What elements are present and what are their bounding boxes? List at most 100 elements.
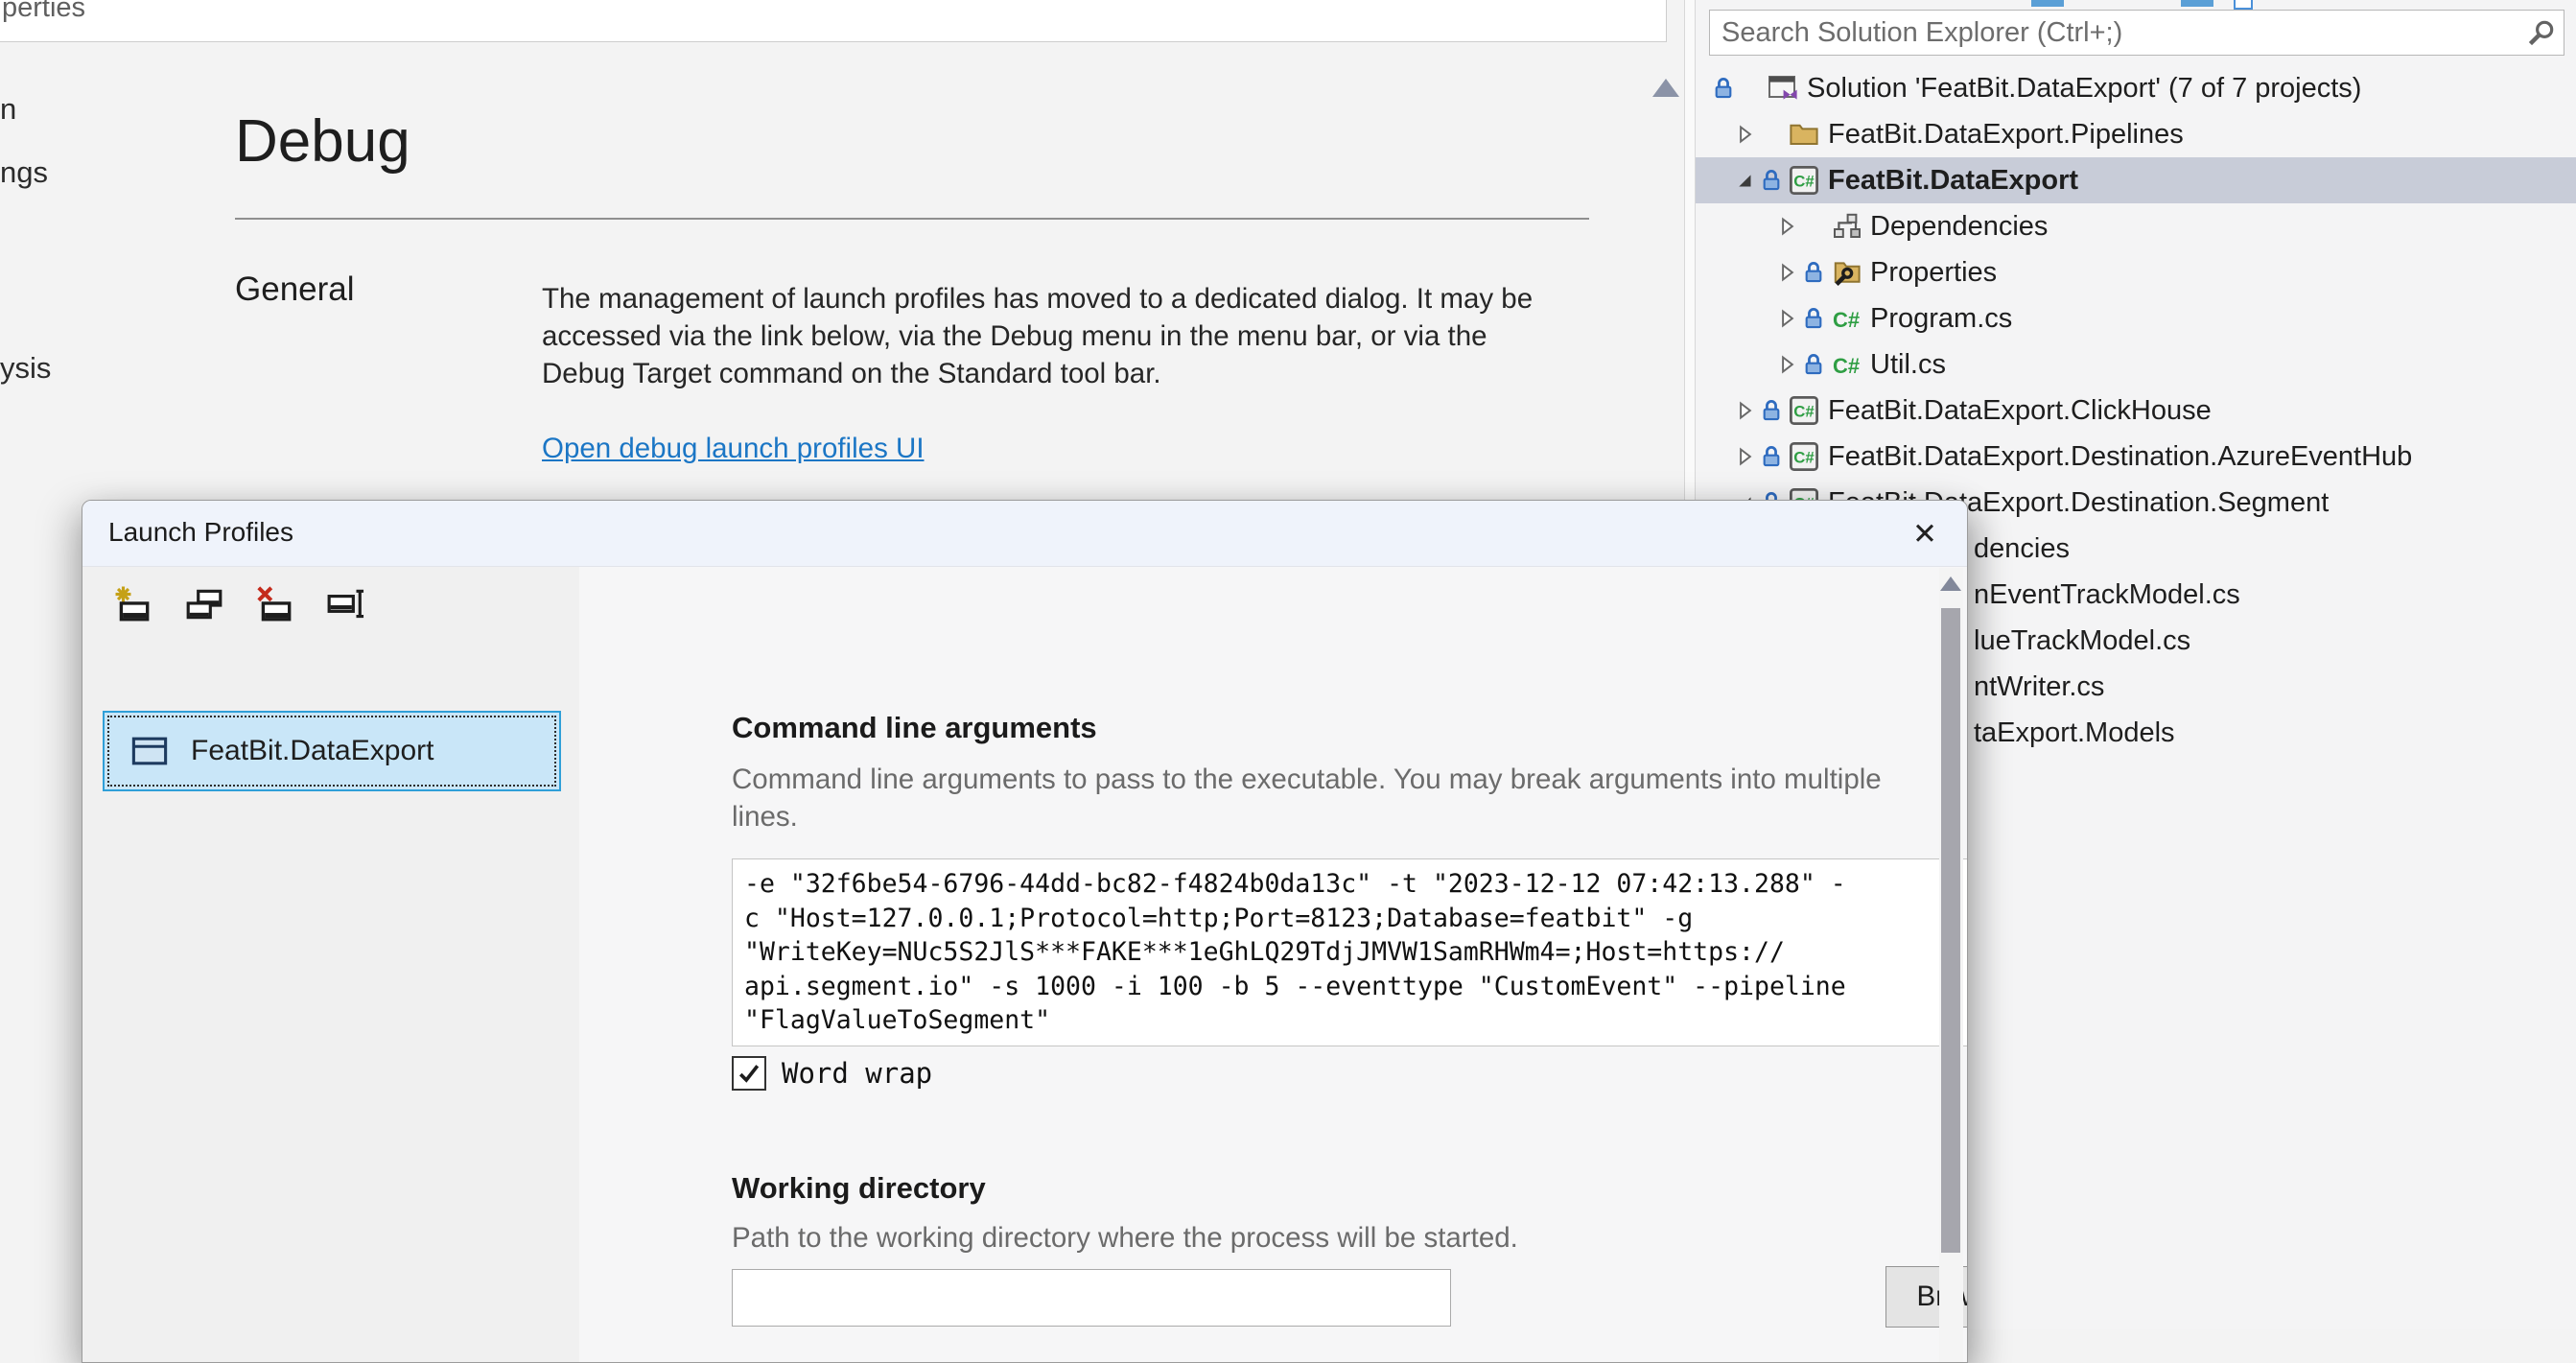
svg-text:C#: C#	[1793, 403, 1815, 421]
command-line-text: -e "32f6be54-6796-44dd-bc82-f4824b0da13c…	[744, 867, 1968, 902]
tree-row-clipped[interactable]: dencies	[1974, 526, 2576, 572]
lock-icon	[1801, 306, 1826, 331]
chevron-collapsed-icon[interactable]	[1732, 398, 1757, 423]
profile-list-item[interactable]: FeatBit.DataExport	[103, 711, 561, 791]
scroll-up-icon[interactable]	[1940, 576, 1961, 591]
tree-row-label: Dependencies	[1870, 211, 2048, 243]
tree-row-label: taExport.Models	[1974, 717, 2175, 749]
toolbar-fragment	[2234, 0, 2253, 10]
new-profile-button[interactable]	[111, 584, 155, 628]
working-directory-heading: Working directory	[732, 1171, 986, 1206]
tree-row-label: Solution 'FeatBit.DataExport' (7 of 7 pr…	[1807, 73, 2361, 105]
properties-nav-item-fragment[interactable]: n	[0, 92, 16, 127]
title-divider	[235, 218, 1589, 220]
duplicate-profile-button[interactable]	[182, 584, 226, 628]
dialog-titlebar[interactable]: Launch Profiles ✕	[82, 501, 1967, 567]
profile-item-label: FeatBit.DataExport	[191, 735, 433, 767]
lock-icon	[1759, 444, 1784, 469]
solution-icon	[1767, 72, 1799, 105]
lock-icon	[1711, 76, 1736, 101]
word-wrap-label: Word wrap	[782, 1057, 932, 1090]
command-line-text: "FlagValueToSegment"	[744, 1003, 1968, 1038]
tree-row[interactable]: Dependencies	[1696, 203, 2576, 249]
chevron-collapsed-icon[interactable]	[1774, 306, 1799, 331]
svg-text:C#: C#	[1793, 173, 1815, 191]
chevron-collapsed-icon[interactable]	[1774, 260, 1799, 285]
tree-row[interactable]: Properties	[1696, 249, 2576, 295]
tree-row-label: FeatBit.DataExport.ClickHouse	[1828, 395, 2212, 427]
launch-profiles-dialog: Launch Profiles ✕ FeatBit.DataExport Com…	[82, 500, 1968, 1363]
section-label: General	[235, 270, 355, 309]
chevron-expanded-icon[interactable]	[1732, 168, 1757, 193]
toolbar-fragment	[2181, 0, 2213, 7]
rename-profile-button[interactable]	[324, 584, 368, 628]
lock-icon	[1759, 168, 1784, 193]
tree-row[interactable]: C# Util.cs	[1696, 341, 2576, 388]
close-icon[interactable]: ✕	[1903, 512, 1947, 556]
tree-row-clipped[interactable]: lueTrackModel.cs	[1974, 618, 2576, 664]
dialog-scrollbar[interactable]	[1939, 568, 1963, 1363]
tree-row[interactable]: Solution 'FeatBit.DataExport' (7 of 7 pr…	[1696, 65, 2576, 111]
dependencies-icon	[1830, 210, 1862, 243]
svg-text:C#: C#	[1833, 354, 1860, 378]
word-wrap-checkbox[interactable]	[732, 1056, 766, 1091]
command-line-text: "WriteKey=NUc5S2JlS***FAKE***1eGhLQ29Tdj…	[744, 935, 1968, 970]
tree-row-label: ntWriter.cs	[1974, 671, 2104, 703]
tree-row-label: dencies	[1974, 533, 2070, 565]
tree-row[interactable]: C# FeatBit.DataExport.ClickHouse	[1696, 388, 2576, 434]
tree-row[interactable]: C# FeatBit.DataExport	[1696, 157, 2576, 203]
duplicate-profile-icon	[184, 584, 224, 629]
command-line-text: api.segment.io" -s 1000 -i 100 -b 5 --ev…	[744, 970, 1968, 1004]
tree-row-label: Program.cs	[1870, 303, 2012, 335]
lock-icon	[1801, 214, 1826, 239]
folder-icon	[1788, 118, 1820, 151]
command-line-arguments-textarea[interactable]: -e "32f6be54-6796-44dd-bc82-f4824b0da13c…	[732, 858, 1968, 1046]
chevron-collapsed-icon[interactable]	[1732, 444, 1757, 469]
csfile-icon: C#	[1830, 348, 1862, 381]
lock-icon	[1801, 352, 1826, 377]
delete-profile-icon	[255, 584, 295, 629]
rename-profile-icon	[326, 584, 366, 629]
lock-icon	[1759, 122, 1784, 147]
chevron-collapsed-icon[interactable]	[1774, 352, 1799, 377]
profile-list-panel: FeatBit.DataExport	[82, 567, 579, 1363]
profile-window-icon	[131, 733, 168, 769]
working-directory-input[interactable]	[732, 1269, 1451, 1327]
svg-text:C#: C#	[1793, 449, 1815, 467]
dialog-title: Launch Profiles	[108, 517, 293, 548]
tree-row[interactable]: FeatBit.DataExport.Pipelines	[1696, 111, 2576, 157]
open-launch-profiles-link[interactable]: Open debug launch profiles UI	[542, 433, 925, 465]
tree-row-clipped[interactable]: ntWriter.cs	[1974, 664, 2576, 710]
toolbar-fragment	[2031, 0, 2064, 7]
profile-settings-panel: Command line arguments Command line argu…	[579, 567, 1968, 1363]
search-input[interactable]	[1721, 11, 2489, 55]
working-directory-description: Path to the working directory where the …	[732, 1219, 1968, 1257]
search-icon[interactable]	[2525, 18, 2556, 49]
chevron-collapsed-icon[interactable]	[1774, 214, 1799, 239]
tree-row-clipped[interactable]: nEventTrackModel.cs	[1974, 572, 2576, 618]
tree-row-label: nEventTrackModel.cs	[1974, 579, 2240, 611]
lock-icon	[1759, 398, 1784, 423]
csproj-icon: C#	[1788, 394, 1820, 427]
page-title: Debug	[235, 107, 410, 176]
breadcrumb: perties	[2, 0, 85, 24]
breadcrumb-bar: perties	[0, 0, 1667, 42]
tree-row[interactable]: C#Program.cs	[1696, 295, 2576, 341]
profile-list: FeatBit.DataExport	[103, 711, 561, 791]
spacer	[1738, 76, 1763, 101]
delete-profile-button[interactable]	[253, 584, 297, 628]
tree-row-label: Util.cs	[1870, 349, 1946, 381]
new-profile-icon	[113, 584, 153, 629]
scroll-up-icon[interactable]	[1652, 79, 1679, 97]
tree-row-label: FeatBit.DataExport.Destination.AzureEven…	[1828, 441, 2412, 473]
chevron-collapsed-icon[interactable]	[1732, 122, 1757, 147]
profile-toolbar	[111, 584, 368, 630]
properties-nav-item-fragment[interactable]: ngs	[0, 155, 48, 190]
tree-row[interactable]: C# FeatBit.DataExport.Destination.AzureEv…	[1696, 434, 2576, 480]
tree-row-clipped[interactable]: taExport.Models	[1974, 710, 2576, 756]
tree-row-label: FeatBit.DataExport	[1828, 165, 2078, 197]
checkmark-icon	[736, 1060, 762, 1087]
properties-nav-item-fragment[interactable]: ysis	[0, 351, 51, 386]
scrollbar-thumb[interactable]	[1941, 608, 1960, 1253]
lock-icon	[1801, 260, 1826, 285]
